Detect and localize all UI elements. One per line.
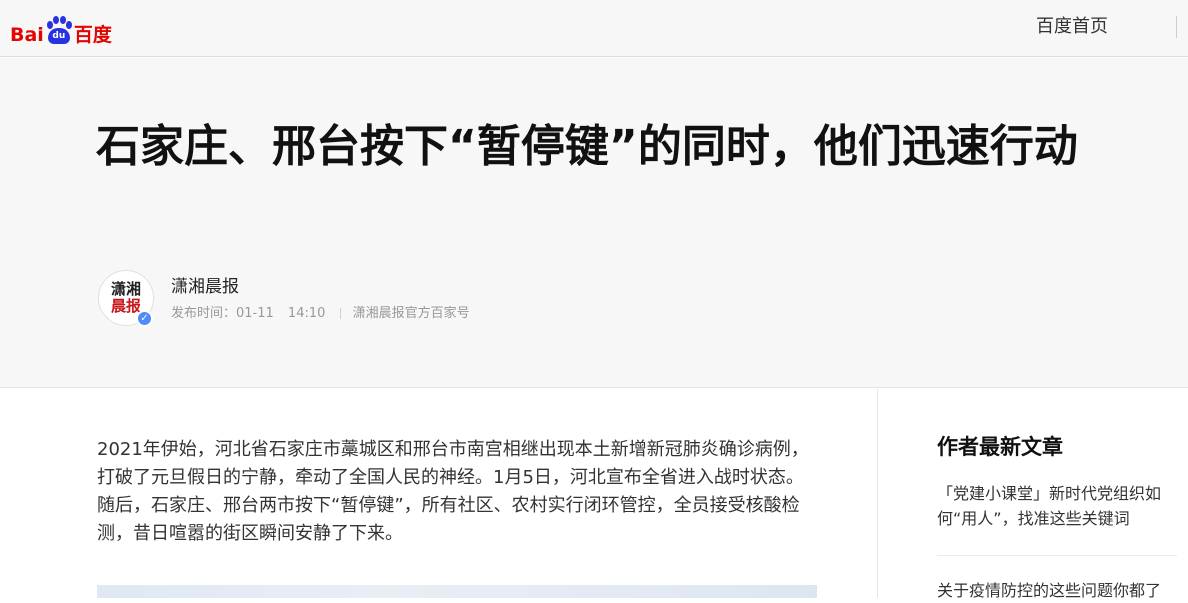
logo-text-baidu: 百度: [73, 24, 112, 46]
article-meta: 发布时间：01-11 14:10 潇湘晨报官方百家号: [171, 305, 480, 323]
article-image: [97, 585, 817, 598]
sidebar-article-link[interactable]: 关于疫情防控的这些问题你都了: [937, 578, 1177, 603]
source-label: 潇湘晨报官方百家号: [352, 306, 470, 321]
baidu-paw-icon: du: [45, 16, 73, 46]
baidu-logo[interactable]: Bai du 百度: [10, 10, 114, 46]
top-bar-divider: [1176, 16, 1188, 38]
article-title: 石家庄、邢台按下“暂停键”的同时，他们迅速行动: [96, 121, 1078, 172]
logo-paw-text: du: [47, 28, 70, 44]
article-paragraph: 2021年伊始，河北省石家庄市藁城区和邢台市南宫相继出现本土新增新冠肺炎确诊病例…: [97, 439, 809, 544]
publish-date: 发布时间：01-11: [171, 306, 274, 321]
baidu-home-link[interactable]: 百度首页: [1036, 14, 1108, 40]
sidebar-divider: [877, 389, 878, 598]
sidebar-article-link[interactable]: 「党建小课堂」新时代党组织如何“用人”，找准这些关键词: [937, 481, 1177, 531]
sidebar-title: 作者最新文章: [937, 435, 1063, 459]
author-name-link[interactable]: 潇湘晨报: [171, 275, 239, 299]
verified-icon: ✓: [136, 310, 153, 327]
sidebar-item-divider: [937, 555, 1177, 556]
avatar-text-line1: 潇湘: [110, 280, 141, 298]
logo-text-bai: Bai: [10, 24, 44, 46]
publish-time: 14:10: [287, 306, 326, 321]
meta-divider: [339, 308, 341, 319]
avatar-text-line2: 晨报: [110, 297, 141, 315]
top-navigation-bar: Bai du 百度 百度首页: [0, 0, 1188, 57]
